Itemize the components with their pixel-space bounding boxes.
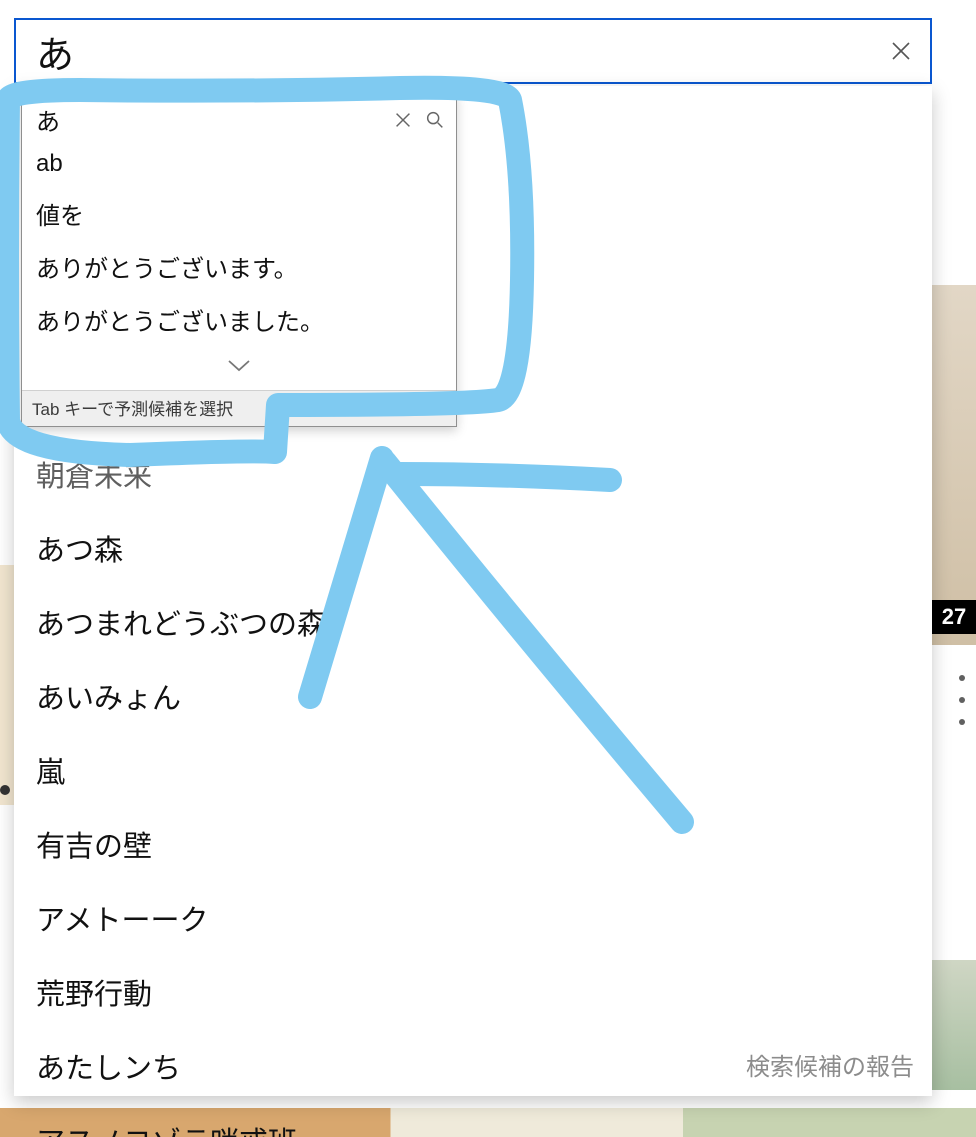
- suggestion-item[interactable]: 朝倉未来: [14, 437, 932, 511]
- ime-input-display: あ: [36, 102, 392, 137]
- background-dot: [0, 785, 10, 795]
- suggestion-item[interactable]: 有吉の壁: [14, 807, 932, 881]
- report-suggestions-link[interactable]: 検索候補の報告: [746, 1047, 914, 1082]
- background-thumbnail: [927, 960, 976, 1090]
- suggestion-item[interactable]: あつまれどうぶつの森: [14, 585, 932, 659]
- ime-footer-hint: Tab キーで予測候補を選択: [22, 390, 456, 426]
- chevron-down-icon[interactable]: [22, 346, 456, 390]
- ime-candidate[interactable]: ab: [22, 141, 456, 187]
- ime-candidate[interactable]: ありがとうございます。: [22, 240, 456, 293]
- close-icon[interactable]: [392, 109, 414, 131]
- suggestion-item[interactable]: あつ森: [14, 511, 932, 585]
- clear-input-icon[interactable]: [886, 36, 916, 66]
- more-menu-icon[interactable]: [950, 675, 974, 725]
- search-box[interactable]: [14, 18, 932, 84]
- suggestion-item[interactable]: アメトーーク: [14, 881, 932, 955]
- ime-candidate-window: あ ab値をありがとうございます。ありがとうございました。 Tab キーで予測候…: [21, 93, 457, 427]
- suggestion-item[interactable]: 荒野行動: [14, 955, 932, 1029]
- search-icon[interactable]: [424, 109, 446, 131]
- suggestion-item[interactable]: アスノヨゾラ哨戒班: [14, 1103, 932, 1137]
- ime-candidate[interactable]: ありがとうございました。: [22, 293, 456, 346]
- search-input[interactable]: [34, 29, 886, 74]
- ime-candidate[interactable]: 値を: [22, 187, 456, 240]
- background-thumbnail: [927, 285, 976, 645]
- ime-header-row: あ: [22, 94, 456, 141]
- duration-badge: 27: [932, 600, 976, 634]
- suggestion-item[interactable]: あいみょん: [14, 659, 932, 733]
- suggestion-item[interactable]: 嵐: [14, 733, 932, 807]
